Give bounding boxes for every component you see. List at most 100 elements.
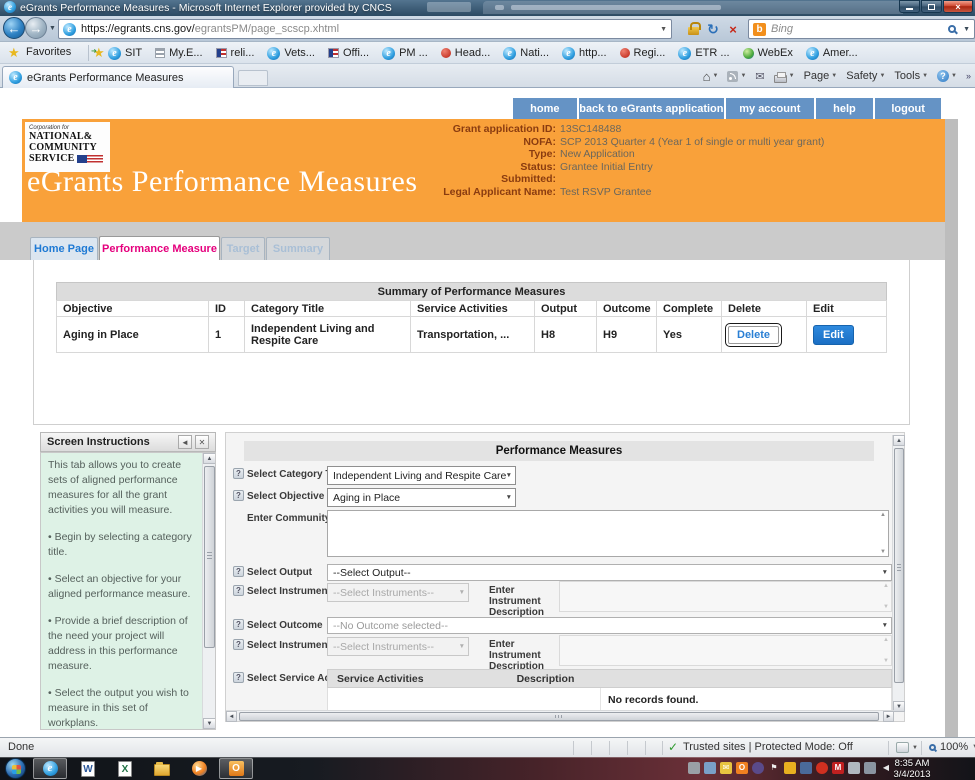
taskbar-outlook-button[interactable]: O xyxy=(219,758,253,779)
search-input[interactable]: b Bing ▼ xyxy=(748,19,975,39)
tools-menu[interactable]: Tools▼ xyxy=(894,70,928,82)
collapse-panel-icon[interactable]: ◄ xyxy=(178,435,192,449)
help-tip-icon[interactable]: ? xyxy=(233,566,244,577)
tray-user-icon[interactable] xyxy=(704,762,716,774)
help-tip-icon[interactable]: ? xyxy=(233,619,244,630)
site-options-icon xyxy=(896,742,909,753)
help-tip-icon[interactable]: ? xyxy=(233,672,244,683)
red-site-icon xyxy=(441,48,451,58)
security-zone-text[interactable]: Trusted sites | Protected Mode: Off xyxy=(683,741,853,753)
favorite-link[interactable]: Regi... xyxy=(620,47,666,59)
nav-help[interactable]: help xyxy=(816,98,874,119)
tray-printer-icon[interactable] xyxy=(688,762,700,774)
stop-button[interactable]: × xyxy=(724,19,742,39)
help-tip-icon[interactable]: ? xyxy=(233,490,244,501)
add-favorite-icon[interactable]: ★ xyxy=(93,45,105,60)
close-button[interactable]: × xyxy=(943,0,973,13)
favorite-link[interactable]: eAmer... xyxy=(806,47,858,60)
form-vertical-scrollbar[interactable]: ▲ ▼ xyxy=(892,435,904,712)
favorite-link[interactable]: eVets... xyxy=(267,47,315,60)
tab-home-page[interactable]: Home Page xyxy=(30,237,98,260)
instructions-scrollbar[interactable]: ▲ ▼ xyxy=(202,453,215,729)
security-lock-icon[interactable] xyxy=(684,19,702,39)
favorite-link[interactable]: WebEx xyxy=(743,47,793,59)
search-dropdown-icon[interactable]: ▼ xyxy=(963,26,970,33)
new-tab-button[interactable] xyxy=(238,70,268,86)
favorite-link[interactable]: My.E... xyxy=(155,47,202,59)
tab-performance-measure[interactable]: Performance Measure xyxy=(99,236,220,260)
status-tools-button[interactable]: ▼ xyxy=(896,742,918,753)
favorite-link[interactable]: ehttp... xyxy=(562,47,607,60)
favorite-link[interactable]: reli... xyxy=(216,47,255,59)
output-select[interactable]: --Select Output-- xyxy=(327,564,892,581)
read-mail-button[interactable]: ✉ xyxy=(755,70,764,83)
tray-mcafee-icon[interactable]: M xyxy=(832,762,844,774)
tray-display-icon[interactable] xyxy=(864,762,876,774)
taskbar-media-player-button[interactable]: ▶ xyxy=(182,758,216,779)
recent-pages-dropdown-icon[interactable]: ▼ xyxy=(49,25,56,32)
tray-mail-icon[interactable]: ✉ xyxy=(720,762,732,774)
outlook-icon: O xyxy=(229,761,244,776)
tray-clipboard-icon[interactable] xyxy=(848,762,860,774)
taskbar-ie-button[interactable]: e xyxy=(33,758,67,779)
tray-action-center-flag-icon[interactable]: ⚑ xyxy=(768,762,780,774)
cell-category-title: Independent Living and Respite Care xyxy=(245,317,411,353)
tray-antivirus-icon[interactable] xyxy=(816,762,828,774)
media-player-icon: ▶ xyxy=(192,761,207,776)
help-tip-icon[interactable]: ? xyxy=(233,585,244,596)
nav-back-to-egrants[interactable]: back to eGrants application xyxy=(579,98,724,119)
help-tip-icon[interactable]: ? xyxy=(233,639,244,650)
screen: e eGrants Performance Measures - Microso… xyxy=(0,0,975,780)
print-button[interactable]: ▼ xyxy=(774,70,795,83)
help-tip-icon[interactable]: ? xyxy=(233,468,244,479)
favorite-link[interactable]: ePM ... xyxy=(382,47,428,60)
background-document-ghost xyxy=(427,2,471,12)
start-button[interactable] xyxy=(5,758,26,779)
favorite-link[interactable]: Offi... xyxy=(328,47,369,59)
favorite-link[interactable]: eNati... xyxy=(503,47,549,60)
category-select[interactable]: Independent Living and Respite Care xyxy=(327,466,516,485)
minimize-button[interactable] xyxy=(899,0,920,13)
back-button[interactable]: ← xyxy=(3,17,25,39)
favorites-label[interactable]: Favorites xyxy=(26,46,71,58)
taskbar-word-button[interactable]: W xyxy=(71,758,105,779)
search-magnifier-icon[interactable] xyxy=(948,25,956,33)
favorite-link[interactable]: eSIT xyxy=(108,47,142,60)
page-menu[interactable]: Page▼ xyxy=(804,70,838,82)
close-panel-icon[interactable]: ✕ xyxy=(195,435,209,449)
col-outcome: Outcome xyxy=(597,301,657,317)
favorite-link[interactable]: eETR ... xyxy=(678,47,729,60)
address-dropdown-icon[interactable]: ▼ xyxy=(660,26,667,33)
favorites-star-icon[interactable]: ★ xyxy=(8,45,20,61)
favorite-link[interactable]: Head... xyxy=(441,47,490,59)
help-button[interactable]: ?▼ xyxy=(937,70,957,82)
home-button[interactable]: ⌂▼ xyxy=(703,69,719,84)
zoom-control[interactable]: 100% ▼ xyxy=(929,741,975,753)
nav-logout[interactable]: logout xyxy=(875,98,941,119)
taskbar-excel-button[interactable]: X xyxy=(108,758,142,779)
form-horizontal-scrollbar[interactable]: ◄ ► xyxy=(226,710,894,721)
forward-button[interactable]: → xyxy=(25,17,47,39)
nav-home[interactable]: home xyxy=(513,98,577,119)
nav-my-account[interactable]: my account xyxy=(726,98,814,119)
browser-tab[interactable]: e eGrants Performance Measures xyxy=(2,66,234,88)
safety-menu[interactable]: Safety▼ xyxy=(846,70,885,82)
outcome-select[interactable]: --No Outcome selected-- xyxy=(327,617,892,634)
webex-icon xyxy=(743,48,754,59)
address-input[interactable]: e https://egrants.cns.gov/egrantsPM/page… xyxy=(58,19,672,39)
refresh-button[interactable]: ↻ xyxy=(704,19,722,39)
maximize-button[interactable] xyxy=(921,0,942,13)
taskbar-explorer-button[interactable] xyxy=(145,758,179,779)
tab-bar: e eGrants Performance Measures ⌂▼ ▼ ✉ ▼ … xyxy=(0,64,975,88)
tray-lock-icon[interactable] xyxy=(784,762,796,774)
tray-app-icon[interactable] xyxy=(752,762,764,774)
objective-select[interactable]: Aging in Place xyxy=(327,488,516,507)
tray-network-icon[interactable] xyxy=(800,762,812,774)
overflow-chevron-icon[interactable]: » xyxy=(966,71,971,81)
taskbar-clock[interactable]: 8:35 AM 3/4/2013 xyxy=(884,758,940,780)
delete-button[interactable]: Delete xyxy=(728,326,779,344)
tray-outlook-icon[interactable]: O xyxy=(736,762,748,774)
edit-button[interactable]: Edit xyxy=(813,325,854,345)
feeds-button[interactable]: ▼ xyxy=(727,71,746,82)
community-need-textarea[interactable] xyxy=(327,510,889,557)
